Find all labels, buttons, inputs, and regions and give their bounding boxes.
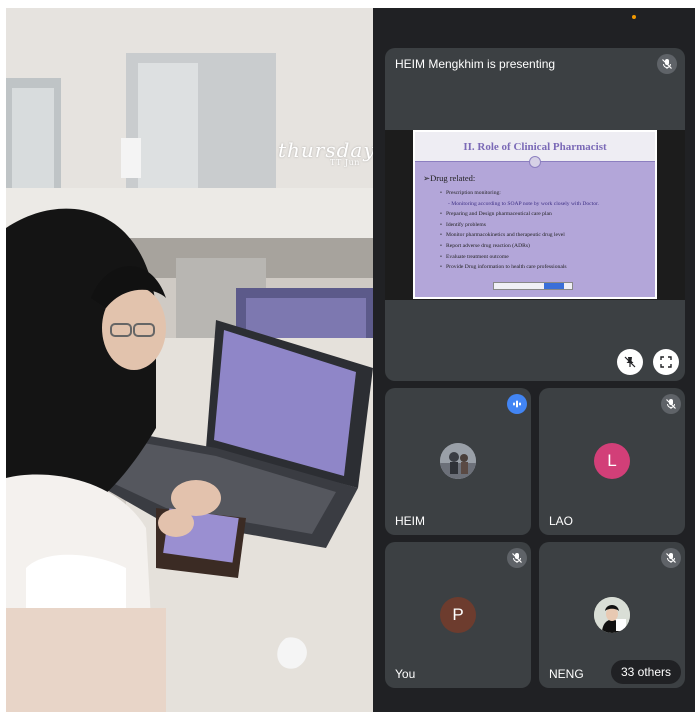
- avatar-initial: P: [440, 597, 476, 633]
- participant-name: HEIM: [395, 514, 425, 528]
- screenshot-frame: thursday TT Jun HEIM Mengkhim is present…: [0, 0, 695, 713]
- slide-bullet: Preparing and Design pharmaceutical care…: [440, 209, 647, 220]
- slide-bullets: Prescription monitoring: - Monitoring ac…: [440, 188, 647, 273]
- slide-section: ➢Drug related:: [423, 173, 476, 183]
- slide-badge: [529, 156, 541, 168]
- fullscreen-icon: [660, 356, 672, 368]
- slide-bullet-detail: - Monitoring according to SOAP note by w…: [448, 200, 599, 207]
- presentation-tile[interactable]: HEIM Mengkhim is presenting II. Role of …: [385, 48, 685, 381]
- room-photo: thursday TT Jun: [6, 8, 373, 712]
- participant-tile-you[interactable]: P You: [385, 542, 531, 688]
- mic-off-icon: [507, 548, 527, 568]
- photo-illustration: [6, 8, 373, 712]
- participant-name: LAO: [549, 514, 574, 528]
- presenter-label: HEIM Mengkhim is presenting: [395, 57, 556, 71]
- participant-tile-heim[interactable]: HEIM: [385, 388, 531, 535]
- slide-bullet: Identify problems: [440, 220, 647, 231]
- slide-bullet: Evaluate treatment outcome: [440, 252, 647, 263]
- participant-name: You: [395, 667, 416, 681]
- speaking-indicator: [507, 394, 527, 414]
- status-dot: [632, 15, 636, 19]
- others-count-button[interactable]: 33 others: [611, 660, 681, 684]
- participant-name: NENG: [549, 667, 584, 681]
- slide-bullet: Provide Drug information to health care …: [440, 262, 647, 273]
- audio-level-icon: [513, 400, 521, 408]
- slide-body: ➢Drug related: Prescription monitoring: …: [415, 162, 655, 273]
- pin-off-icon: [624, 356, 636, 368]
- avatar-photo: [594, 597, 630, 633]
- meeting-panel: HEIM Mengkhim is presenting II. Role of …: [373, 8, 695, 712]
- fullscreen-button[interactable]: [653, 349, 679, 375]
- unpin-button[interactable]: [617, 349, 643, 375]
- avatar-initial: L: [594, 443, 630, 479]
- mic-off-icon: [661, 394, 681, 414]
- participant-tile-neng[interactable]: NENG 33 others: [539, 542, 685, 688]
- mic-off-icon: [661, 548, 681, 568]
- slide-toolbar: [493, 282, 573, 290]
- mic-off-icon: [657, 54, 677, 74]
- shared-slide: II. Role of Clinical Pharmacist ➢Drug re…: [413, 130, 657, 299]
- slide-bullet: Monitor pharmacokinetics and therapeutic…: [440, 230, 647, 241]
- slide-bullet: Report adverse drug reaction (ADRs): [440, 241, 647, 252]
- date-sticker: thursday TT Jun: [278, 138, 373, 167]
- slide-title: II. Role of Clinical Pharmacist: [463, 140, 607, 153]
- slide-bullet: Prescription monitoring:: [440, 188, 647, 199]
- participant-tile-lao[interactable]: L LAO: [539, 388, 685, 535]
- avatar-photo: [440, 443, 476, 479]
